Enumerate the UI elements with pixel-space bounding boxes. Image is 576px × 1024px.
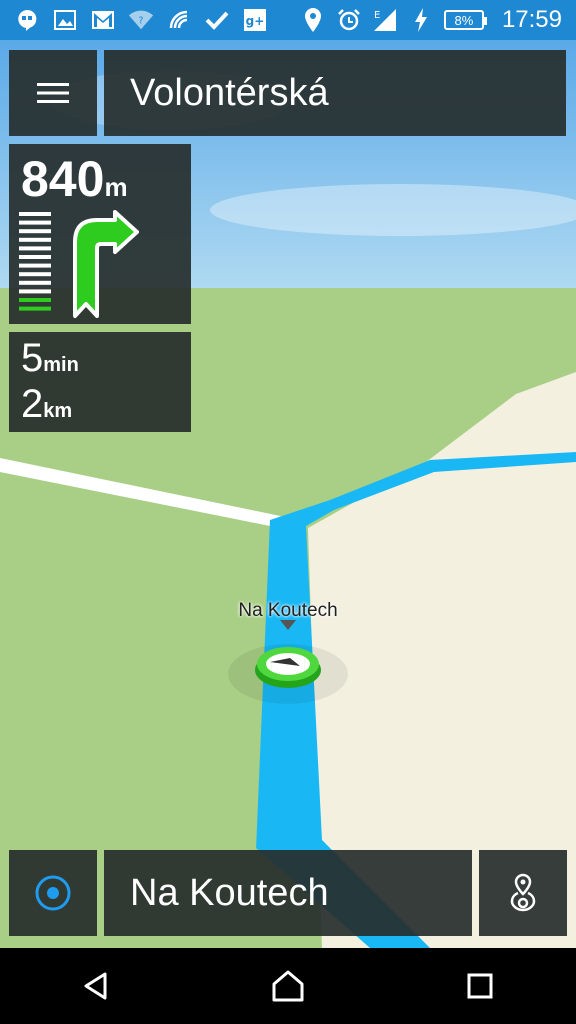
progress-bar-segment <box>19 212 51 216</box>
maneuver-panel[interactable]: 840m <box>9 144 191 324</box>
destination-name: Na Koutech <box>130 871 329 914</box>
poi-label: Na Koutech <box>238 600 338 621</box>
progress-bar-segment <box>19 298 51 302</box>
gallery-icon <box>52 7 78 33</box>
my-location-icon <box>35 875 71 911</box>
progress-bar-segment <box>19 306 51 311</box>
battery-indicator: 8% <box>443 10 487 30</box>
alarm-icon <box>336 7 362 33</box>
clock: 17:59 <box>501 6 562 33</box>
maneuver-distance: 840m <box>21 151 128 207</box>
hamburger-menu-icon <box>37 83 69 103</box>
svg-text:?: ? <box>139 16 144 27</box>
menu-button[interactable] <box>9 50 97 136</box>
home-icon <box>272 970 304 1002</box>
progress-bar-segment <box>19 263 51 268</box>
eta-panel: 5min 2km <box>9 332 191 432</box>
turn-right-arrow-icon <box>73 210 139 318</box>
back-icon <box>84 972 107 1000</box>
google-plus-icon: g+ <box>242 7 268 33</box>
progress-bar-segment <box>19 289 51 294</box>
eta-time: 5min <box>21 336 79 380</box>
hangouts-icon <box>14 7 40 33</box>
my-location-button[interactable] <box>9 850 97 936</box>
progress-bar-segment <box>19 255 51 259</box>
progress-bar-segment <box>19 237 51 242</box>
home-button[interactable] <box>248 948 328 1024</box>
progress-bar-segment <box>19 272 51 277</box>
eta-distance: 2km <box>21 382 73 426</box>
gmail-icon <box>90 7 116 33</box>
recents-icon <box>467 973 493 999</box>
wifi-question-icon: ? <box>128 7 154 33</box>
charging-icon <box>408 7 434 33</box>
route-button[interactable] <box>479 850 567 936</box>
signal-icon: E <box>372 7 398 33</box>
location-icon <box>300 7 326 33</box>
nfc-icon <box>166 7 192 33</box>
back-button[interactable] <box>56 948 136 1024</box>
progress-bar-segment <box>19 220 51 225</box>
destination-bar[interactable]: Na Koutech <box>104 850 472 936</box>
progress-bar-segment <box>19 280 51 285</box>
progress-bar-segment <box>19 246 51 251</box>
system-nav-bar <box>0 948 576 1024</box>
svg-text:g+: g+ <box>246 14 265 28</box>
progress-bar-segment <box>19 229 51 234</box>
route-pin-icon <box>510 873 536 912</box>
current-street: Volontérská <box>130 71 329 114</box>
svg-text:E: E <box>374 10 380 21</box>
recents-button[interactable] <box>440 948 520 1024</box>
check-icon <box>204 7 230 33</box>
distance-progress-bars <box>19 212 51 311</box>
status-bar: ? g+ E 8% 17:59 <box>0 0 576 40</box>
current-street-bar: Volontérská <box>104 50 566 136</box>
